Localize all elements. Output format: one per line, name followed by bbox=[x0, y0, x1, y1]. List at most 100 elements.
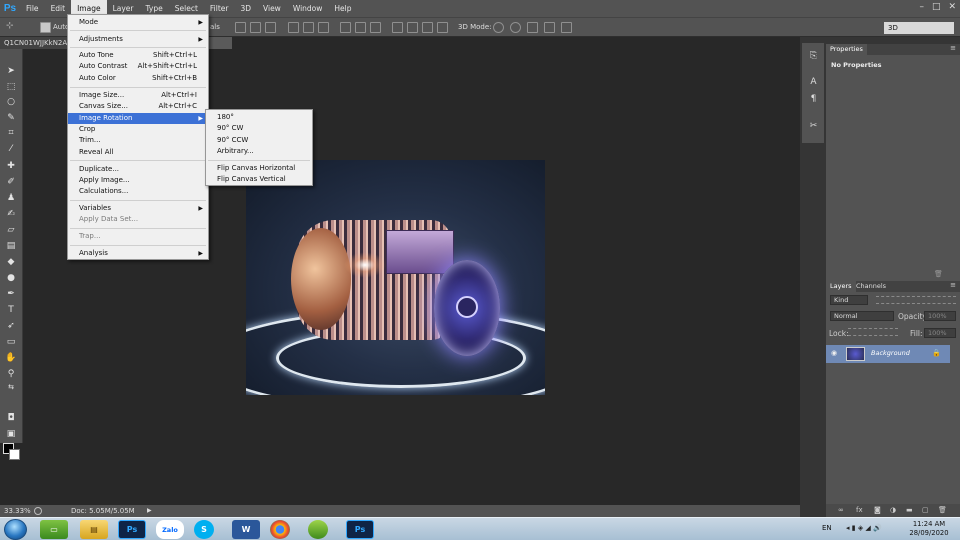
marquee-tool-icon[interactable]: ⬚ bbox=[5, 82, 17, 92]
lasso-tool-icon[interactable]: ○ bbox=[5, 97, 17, 107]
menuitem-mode[interactable]: Mode ▶ bbox=[68, 17, 208, 28]
add-mask-icon[interactable]: ◙ bbox=[874, 506, 881, 514]
healing-brush-tool-icon[interactable]: ✚ bbox=[5, 161, 17, 171]
menuitem-canvas-size[interactable]: Canvas Size... Alt+Ctrl+C bbox=[68, 101, 208, 112]
dodge-tool-icon[interactable]: ● bbox=[5, 273, 17, 283]
paragraph-panel-icon[interactable]: ¶ bbox=[808, 94, 819, 104]
delete-layer-icon[interactable]: 🗑 bbox=[938, 506, 947, 514]
align-center-icon[interactable] bbox=[303, 22, 314, 33]
filter-kind-select[interactable]: Kind bbox=[830, 295, 868, 305]
3d-roll-icon[interactable] bbox=[510, 22, 521, 33]
3d-rotate-icon[interactable] bbox=[493, 22, 504, 33]
menuitem-analysis[interactable]: Analysis ▶ bbox=[68, 248, 208, 259]
menuitem-auto-color[interactable]: Auto Color Shift+Ctrl+B bbox=[68, 73, 208, 84]
distribute-top-icon[interactable] bbox=[340, 22, 351, 33]
screen-mode-icon[interactable]: ▣ bbox=[5, 429, 17, 439]
menuitem-reveal-all[interactable]: Reveal All bbox=[68, 147, 208, 158]
eyedropper-tool-icon[interactable]: ⁄ bbox=[5, 144, 17, 154]
menuitem-image-size[interactable]: Image Size... Alt+Ctrl+I bbox=[68, 90, 208, 101]
clone-stamp-tool-icon[interactable]: ♟ bbox=[5, 193, 17, 203]
swap-colors-icon[interactable]: ⇆ bbox=[5, 382, 17, 392]
distribute-right-icon[interactable] bbox=[422, 22, 433, 33]
trash-icon[interactable]: 🗑 bbox=[934, 270, 943, 278]
menuitem-trim[interactable]: Trim... bbox=[68, 135, 208, 146]
align-left-icon[interactable] bbox=[288, 22, 299, 33]
align-middle-icon[interactable] bbox=[250, 22, 261, 33]
pen-tool-icon[interactable]: ✒ bbox=[5, 289, 17, 299]
menuitem-variables[interactable]: Variables ▶ bbox=[68, 203, 208, 214]
taskbar-skype-icon[interactable]: S bbox=[194, 520, 214, 539]
align-right-icon[interactable] bbox=[318, 22, 329, 33]
taskbar-explorer-icon[interactable]: ▭ bbox=[40, 520, 68, 539]
crop-tool-icon[interactable]: ⌗ bbox=[5, 128, 17, 138]
move-tool-preset-icon[interactable]: ⊹ bbox=[6, 21, 17, 32]
taskbar-folder-icon[interactable]: ▤ bbox=[80, 520, 108, 539]
3d-scale-icon[interactable] bbox=[561, 22, 572, 33]
lock-icons[interactable] bbox=[848, 328, 898, 336]
menuitem-rotate-arbitrary[interactable]: Arbitrary... bbox=[206, 146, 312, 157]
fx-icon[interactable]: fx bbox=[856, 506, 863, 514]
auto-select-checkbox[interactable] bbox=[40, 22, 51, 33]
menuitem-image-rotation[interactable]: Image Rotation ▶ bbox=[68, 113, 208, 124]
fill-field[interactable]: 100% bbox=[924, 328, 956, 338]
new-layer-icon[interactable]: ▢ bbox=[922, 506, 929, 514]
auto-align-icon[interactable] bbox=[437, 22, 448, 33]
layers-menu-icon[interactable]: ≡ bbox=[950, 281, 956, 289]
background-color-swatch[interactable] bbox=[9, 449, 20, 460]
distribute-middle-icon[interactable] bbox=[355, 22, 366, 33]
menuitem-calculations[interactable]: Calculations... bbox=[68, 186, 208, 197]
taskbar-chrome-icon[interactable] bbox=[270, 520, 290, 539]
type-tool-icon[interactable]: T bbox=[5, 305, 17, 315]
align-top-icon[interactable] bbox=[235, 22, 246, 33]
zoom-level[interactable]: 33.33% bbox=[4, 505, 31, 517]
document-canvas-image[interactable] bbox=[246, 160, 545, 395]
layer-filter-icons[interactable] bbox=[876, 296, 956, 304]
taskbar-coccoc-icon[interactable] bbox=[308, 520, 328, 539]
minimize-icon[interactable]: – bbox=[919, 2, 924, 12]
shape-tool-icon[interactable]: ▭ bbox=[5, 337, 17, 347]
tray-icons[interactable]: ◂ ▮ ◈ ◢ 🔊 bbox=[846, 524, 882, 532]
menuitem-rotate-90-ccw[interactable]: 90° CCW bbox=[206, 135, 312, 146]
menu-view[interactable]: View bbox=[257, 0, 287, 17]
distribute-bottom-icon[interactable] bbox=[370, 22, 381, 33]
tab-properties[interactable]: Properties bbox=[826, 44, 867, 55]
menuitem-crop[interactable]: Crop bbox=[68, 124, 208, 135]
taskbar-photoshop-icon-2[interactable]: Ps bbox=[346, 520, 374, 539]
layer-row-background[interactable]: ◉ Background 🔒 bbox=[826, 345, 950, 363]
path-selection-tool-icon[interactable]: ➶ bbox=[5, 321, 17, 331]
status-info-icon[interactable] bbox=[34, 507, 42, 515]
menuitem-rotate-90-cw[interactable]: 90° CW bbox=[206, 123, 312, 134]
tab-channels[interactable]: Channels bbox=[852, 281, 890, 292]
taskbar-zalo-icon[interactable]: Zalo bbox=[156, 520, 184, 539]
eye-icon[interactable]: ◉ bbox=[831, 349, 837, 357]
history-panel-icon[interactable]: ⎘ bbox=[808, 51, 819, 61]
close-icon[interactable]: ✕ bbox=[948, 2, 956, 12]
quick-select-tool-icon[interactable]: ✎ bbox=[5, 113, 17, 123]
start-button[interactable] bbox=[4, 519, 27, 540]
menuitem-adjustments[interactable]: Adjustments ▶ bbox=[68, 34, 208, 45]
tool-presets-panel-icon[interactable]: ✂ bbox=[808, 121, 819, 131]
blend-mode-select[interactable]: Normal bbox=[830, 311, 894, 321]
taskbar-photoshop-icon[interactable]: Ps bbox=[118, 520, 146, 539]
distribute-center-icon[interactable] bbox=[407, 22, 418, 33]
3d-pan-icon[interactable] bbox=[527, 22, 538, 33]
blur-tool-icon[interactable]: ◆ bbox=[5, 257, 17, 267]
move-tool-icon[interactable]: ➤ bbox=[5, 66, 17, 76]
eraser-tool-icon[interactable]: ▱ bbox=[5, 225, 17, 235]
opacity-field[interactable]: 100% bbox=[924, 311, 956, 321]
menuitem-auto-contrast[interactable]: Auto Contrast Alt+Shift+Ctrl+L bbox=[68, 61, 208, 72]
distribute-left-icon[interactable] bbox=[392, 22, 403, 33]
menu-window[interactable]: Window bbox=[287, 0, 329, 17]
hand-tool-icon[interactable]: ✋ bbox=[5, 353, 17, 363]
adjustment-layer-icon[interactable]: ◑ bbox=[890, 506, 896, 514]
maximize-icon[interactable]: □ bbox=[932, 2, 941, 12]
menuitem-flip-vertical[interactable]: Flip Canvas Vertical bbox=[206, 174, 312, 185]
3d-slide-icon[interactable] bbox=[544, 22, 555, 33]
tray-language[interactable]: EN bbox=[822, 524, 832, 532]
menu-help[interactable]: Help bbox=[328, 0, 357, 17]
history-brush-tool-icon[interactable]: ✍ bbox=[5, 209, 17, 219]
menu-3d[interactable]: 3D bbox=[234, 0, 257, 17]
quick-mask-icon[interactable]: ◘ bbox=[5, 413, 17, 423]
menuitem-rotate-180[interactable]: 180° bbox=[206, 112, 312, 123]
menu-file[interactable]: File bbox=[20, 0, 45, 17]
